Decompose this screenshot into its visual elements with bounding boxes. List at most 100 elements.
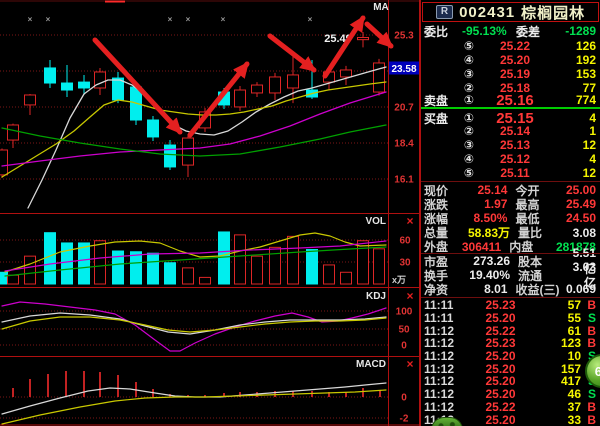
sell-label: 卖盘 — [424, 92, 456, 109]
bid-volume: 1 — [548, 124, 596, 138]
ask-row[interactable]: ④25.20192 — [424, 53, 596, 67]
axis-label: 18.4 — [394, 139, 414, 150]
kdj-pane-label: KDJ — [366, 291, 386, 302]
level-icon: ④ — [456, 53, 482, 67]
quote-value: 0.069 — [566, 282, 596, 296]
quote-value: 306411 — [458, 240, 501, 254]
stock-terminal-window: ××××××25.320.718.416.123.58MA25.496030x万… — [0, 0, 600, 426]
quote-value: 273.26 — [462, 254, 510, 268]
ask-row[interactable]: ③25.19153 — [424, 67, 596, 81]
trade-row: 11:1125.2357B — [424, 299, 596, 312]
trade-row: 11:1225.23123B — [424, 337, 596, 350]
axis-label: 0 — [401, 393, 407, 404]
ask-price: 25.19 — [482, 67, 548, 81]
quote-value: 25.00 — [566, 183, 596, 197]
close-macd-icon[interactable]: × — [406, 357, 413, 371]
trade-row: 11:1225.20157S — [424, 362, 596, 375]
close-kdj-icon[interactable]: × — [406, 289, 413, 303]
quote-value: 8.01 — [461, 282, 508, 296]
bid-volume: 4 — [548, 152, 596, 166]
margin-r-badge: R — [436, 5, 453, 19]
axis-label: 20.7 — [394, 103, 414, 114]
level-icon: ④ — [456, 152, 482, 166]
level-1-icon: ① — [456, 93, 482, 107]
axis-label: 25.3 — [394, 31, 414, 42]
vol-pane-label: VOL — [365, 216, 386, 227]
stock-name: 棕榈园林 — [521, 2, 585, 23]
ask-price: 25.20 — [482, 53, 548, 67]
axis-label: 60 — [399, 236, 411, 247]
prev-close-value: 23.58 — [391, 64, 416, 75]
bid-row[interactable]: ③25.1312 — [424, 138, 596, 152]
trade-row: 11:1225.2237B — [424, 401, 596, 414]
bid-price: 25.14 — [482, 124, 548, 138]
bid-price: 25.13 — [482, 138, 548, 152]
ask1-price: 25.16 — [482, 92, 548, 109]
level-icon: ⑤ — [456, 39, 482, 53]
weibi-row: 委比 -95.13% 委差 -1289 — [424, 24, 596, 38]
close-vol-icon[interactable]: × — [406, 214, 413, 228]
axis-label: 100 — [396, 307, 413, 318]
bid-row[interactable]: ④25.124 — [424, 152, 596, 166]
trade-price: 25.20 — [462, 413, 539, 426]
level-icon: ⑤ — [456, 166, 482, 180]
quote-value: 24.50 — [566, 211, 596, 225]
ma-label: MA — [373, 2, 389, 13]
axis-label: -2 — [400, 414, 409, 425]
bid-row[interactable]: ⑤25.1112 — [424, 166, 596, 180]
trade-row: 11:1225.2046S — [424, 388, 596, 401]
trade-row: 11:1125.2055S — [424, 312, 596, 325]
bid-volume: 12 — [548, 166, 596, 180]
bid-price: 25.12 — [482, 152, 548, 166]
event-mark: × — [46, 15, 51, 24]
ask-volume: 126 — [548, 39, 596, 53]
bid1-volume: 4 — [548, 111, 596, 125]
axis-label: 0 — [401, 341, 407, 352]
bid-volume: 12 — [548, 138, 596, 152]
kline-chart-area[interactable]: ××××××25.320.718.416.123.58MA25.496030x万… — [0, 0, 420, 426]
trade-row: 11:1225.20417S — [424, 375, 596, 388]
event-mark: × — [308, 15, 313, 24]
annotation-arrow — [325, 18, 363, 76]
quote-value: 19.40% — [462, 268, 510, 282]
level-icon: ③ — [456, 67, 482, 81]
event-mark: × — [221, 15, 226, 24]
quote-value: 3.08 — [570, 226, 596, 240]
ask-price: 25.22 — [482, 39, 548, 53]
level-1-icon: ① — [456, 111, 482, 125]
ask-row[interactable]: ⑤25.22126 — [424, 39, 596, 53]
stock-code: 002431 — [459, 4, 515, 21]
trade-row: 11:1225.2261B — [424, 324, 596, 337]
buy-1-row[interactable]: 买盘 ① 25.15 4 — [424, 111, 596, 125]
weibi-value: -95.13% — [462, 24, 506, 38]
ask-volume: 153 — [548, 67, 596, 81]
event-mark: × — [168, 15, 173, 24]
ask-levels: ⑤25.22126④25.20192③25.19153②25.1877 — [424, 39, 596, 95]
sell-1-row[interactable]: 卖盘 ① 25.16 774 — [424, 93, 596, 107]
level-icon: ② — [456, 124, 482, 138]
macd-pane-label: MACD — [356, 359, 386, 370]
axis-label: 30 — [399, 258, 411, 269]
trade-tick-list[interactable]: 11:1125.2357B11:1125.2055S11:1225.2261B1… — [424, 299, 596, 426]
bid-price: 25.11 — [482, 166, 548, 180]
ask1-volume: 774 — [548, 93, 596, 107]
axis-label: 50 — [398, 325, 410, 336]
annotation-arrow — [270, 36, 314, 70]
weicha-value: -1289 — [560, 24, 596, 38]
quote-label: 净资 — [424, 281, 461, 298]
bid-row[interactable]: ②25.141 — [424, 124, 596, 138]
quote-value: 25.14 — [461, 183, 508, 197]
section-divider — [421, 253, 600, 254]
trade-row: 11:1225.2010S — [424, 350, 596, 363]
ask-volume: 192 — [548, 53, 596, 67]
vol-unit-label: x万 — [392, 275, 406, 285]
event-mark: × — [28, 15, 33, 24]
quote-panel: R 002431 棕榈园林 委比 -95.13% 委差 -1289 ⑤25.22… — [420, 0, 600, 426]
quote-row: 净资8.01收益(三)0.069 — [424, 282, 596, 296]
weicha-label: 委差 — [506, 23, 560, 40]
quote-grid: 现价25.14今开25.00涨跌1.97最高25.49涨幅8.50%最低24.5… — [424, 183, 596, 297]
weibi-label: 委比 — [424, 23, 462, 40]
axis-label: 16.1 — [394, 175, 414, 186]
trade-side: B — [581, 413, 596, 426]
bid-levels: ②25.141③25.1312④25.124⑤25.1112 — [424, 124, 596, 180]
